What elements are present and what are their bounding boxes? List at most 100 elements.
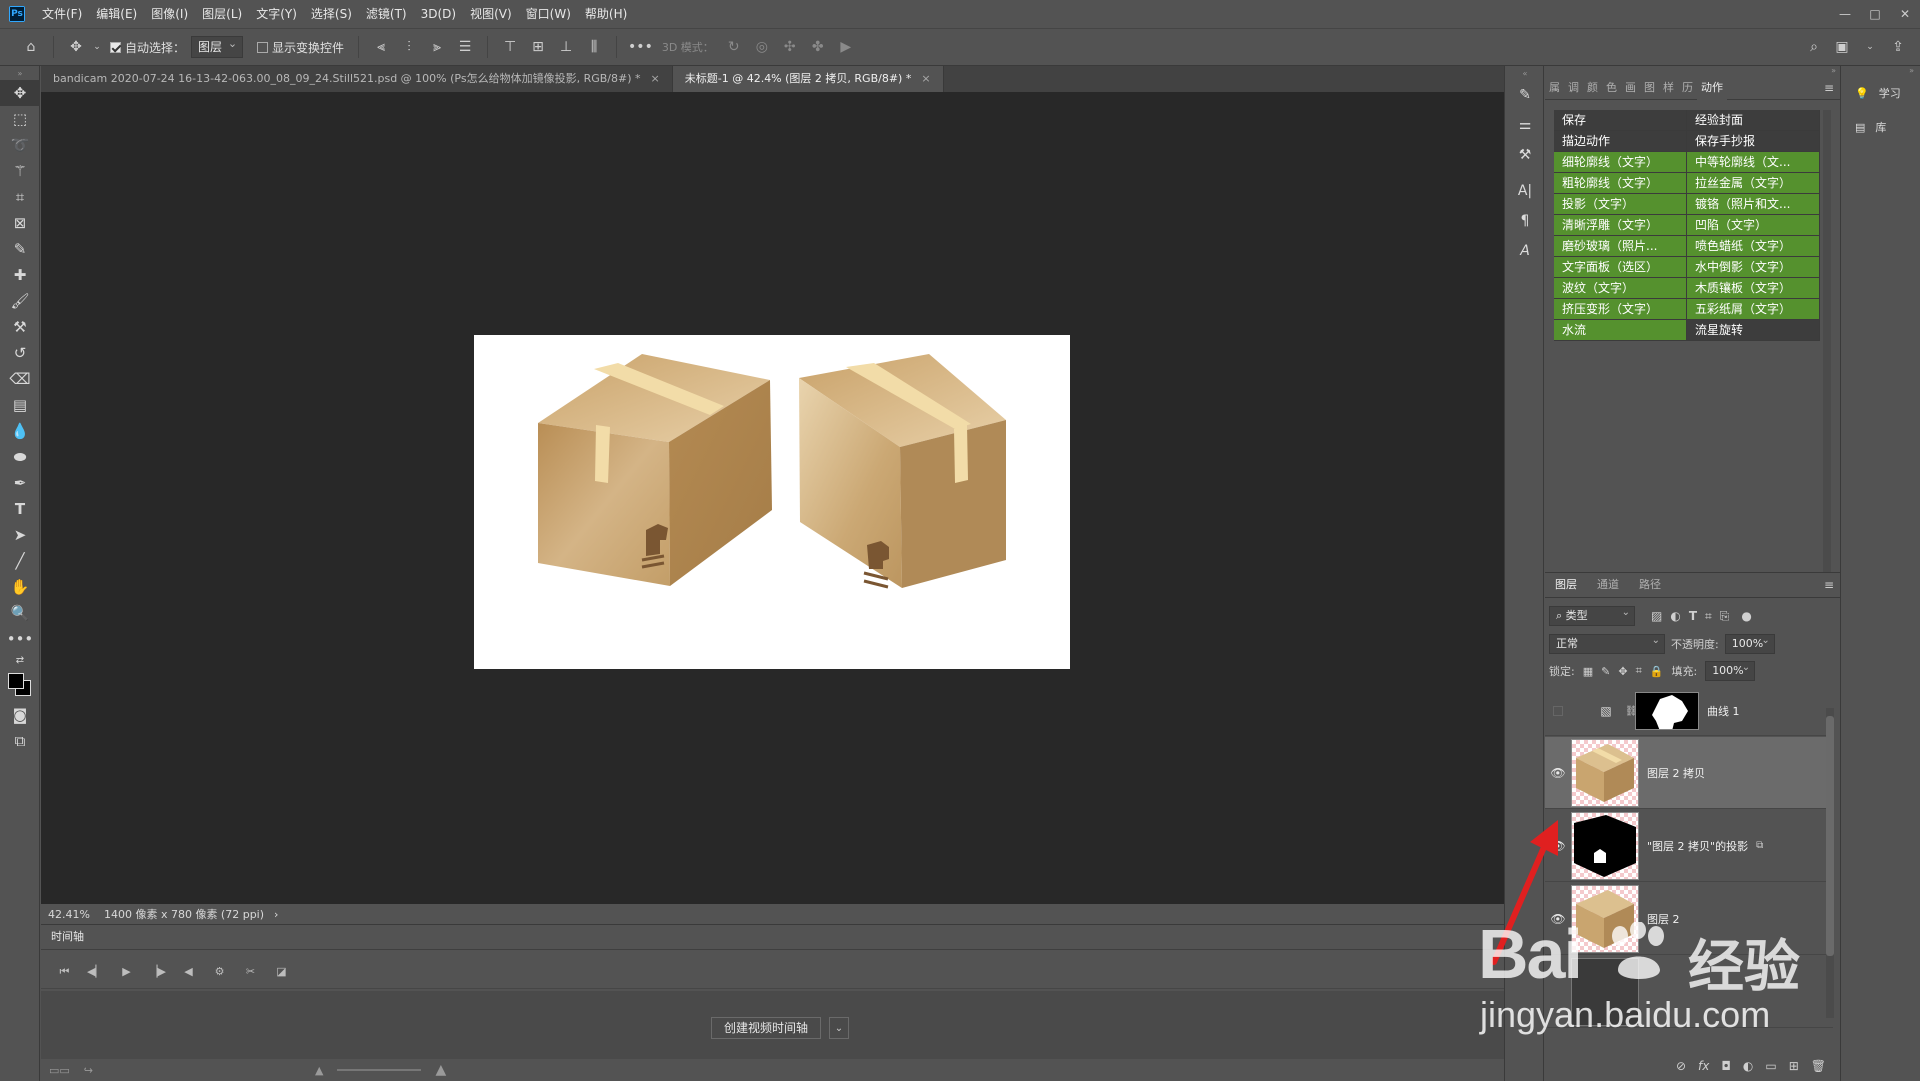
layer-thumbnail[interactable] — [1571, 811, 1639, 880]
action-button[interactable]: 投影（文字） — [1554, 194, 1687, 215]
prev-frame-icon[interactable]: ◀▏ — [80, 959, 111, 985]
align-right-icon[interactable]: ⫸ — [426, 34, 448, 60]
tab-color[interactable]: 颜 — [1583, 76, 1602, 100]
color-swatches[interactable] — [0, 668, 40, 702]
crop-tool-icon[interactable]: ⌗ — [0, 184, 40, 210]
paragraph-icon[interactable]: ¶ — [1505, 206, 1545, 236]
lock-transparent-icon[interactable]: ▦ — [1583, 665, 1593, 678]
maximize-button[interactable]: □ — [1860, 3, 1890, 25]
3d-roll-icon[interactable]: ◎ — [751, 34, 773, 60]
layer-filter-dropdown[interactable]: ⌕ 类型 — [1549, 604, 1635, 626]
pen-tool-icon[interactable]: ✒ — [0, 470, 40, 496]
auto-select-checkbox[interactable]: 自动选择： — [110, 39, 185, 56]
canvas-area[interactable] — [41, 92, 1504, 904]
show-transform-checkbox[interactable]: 显示变换控件 — [257, 39, 344, 56]
action-button[interactable]: 镀铬（照片和文... — [1687, 194, 1820, 215]
collapse-icon[interactable]: » — [0, 66, 40, 80]
zoom-slider[interactable] — [337, 1069, 422, 1071]
action-button[interactable]: 描边动作 — [1554, 131, 1687, 152]
action-button[interactable]: 水中倒影（文字） — [1687, 257, 1820, 278]
adjustment-filter-icon[interactable]: ◐ — [1670, 609, 1680, 623]
menu-help[interactable]: 帮助(H) — [578, 0, 634, 28]
panel-menu-icon[interactable]: ≡ — [1824, 81, 1834, 95]
opacity-input[interactable]: 100% — [1724, 632, 1775, 654]
tab-bandicam-psd[interactable]: bandicam 2020-07-24 16-13-42-063.00_08_0… — [41, 66, 673, 92]
actions-scrollbar[interactable] — [1823, 110, 1831, 590]
audio-icon[interactable]: ◀ — [173, 959, 204, 985]
menu-window[interactable]: 窗口(W) — [519, 0, 578, 28]
action-button[interactable]: 五彩纸屑（文字） — [1687, 299, 1820, 320]
tab-brushes[interactable]: 画 — [1621, 76, 1640, 100]
lasso-tool-icon[interactable]: ➰ — [0, 132, 40, 158]
chevron-down-icon[interactable]: ⌄ — [829, 1017, 849, 1039]
chevron-down-icon[interactable]: ⌄ — [93, 34, 101, 60]
delete-layer-icon[interactable]: 🗑 — [1811, 1059, 1826, 1073]
lock-all-icon[interactable]: 🔒 — [1650, 665, 1664, 678]
action-button[interactable]: 波纹（文字） — [1554, 278, 1687, 299]
action-button[interactable]: 木质镶板（文字） — [1687, 278, 1820, 299]
transition-icon[interactable]: ◪ — [266, 959, 297, 985]
character-icon[interactable]: A| — [1505, 176, 1545, 206]
zoom-in-icon[interactable]: ▲ — [435, 1062, 446, 1078]
filter-toggle-icon[interactable]: ● — [1741, 609, 1751, 623]
menu-view[interactable]: 视图(V) — [463, 0, 519, 28]
action-button[interactable]: 中等轮廓线（文... — [1687, 152, 1820, 173]
link-layers-icon[interactable]: ⊘ — [1676, 1059, 1686, 1073]
menu-type[interactable]: 文字(Y) — [249, 0, 304, 28]
minimize-button[interactable]: — — [1830, 3, 1860, 25]
auto-select-dropdown[interactable]: 图层 — [191, 34, 244, 58]
foreground-color-swatch[interactable] — [8, 673, 24, 689]
document-canvas[interactable] — [474, 335, 1070, 669]
action-button[interactable]: 经验封面 — [1687, 110, 1820, 131]
3d-orbit-icon[interactable]: ↻ — [723, 34, 745, 60]
clone-stamp-tool-icon[interactable]: ⚒ — [0, 314, 40, 340]
tab-patterns[interactable]: 图 — [1640, 76, 1659, 100]
tab-channels[interactable]: 通道 — [1587, 572, 1629, 598]
tab-paths[interactable]: 路径 — [1629, 572, 1671, 598]
brush-settings-icon[interactable]: ✎ — [1505, 80, 1545, 110]
visibility-toggle[interactable] — [1545, 706, 1571, 716]
action-button[interactable]: 清晰浮雕（文字） — [1554, 215, 1687, 236]
align-top-icon[interactable]: ⊤ — [499, 34, 521, 60]
align-center-icon[interactable]: ⫶ — [398, 34, 420, 60]
collapse-icon[interactable]: » — [1831, 66, 1836, 75]
workspace-icon[interactable]: ▣ — [1831, 34, 1853, 60]
move-tool-icon[interactable]: ✥ — [65, 34, 87, 60]
libraries-button[interactable]: ▤ 库 — [1841, 110, 1920, 144]
menu-filter[interactable]: 滤镜(T) — [359, 0, 414, 28]
split-icon[interactable]: ✂ — [235, 959, 266, 985]
magic-wand-tool-icon[interactable]: ⚚ — [0, 158, 40, 184]
search-icon[interactable]: ⌕ — [1803, 34, 1825, 60]
action-button[interactable]: 流星旋转 — [1687, 320, 1820, 341]
tab-styles[interactable]: 样 — [1659, 76, 1678, 100]
new-layer-icon[interactable]: ⊞ — [1789, 1059, 1799, 1073]
tab-actions[interactable]: 动作 — [1697, 75, 1727, 100]
home-icon[interactable]: ⌂ — [20, 34, 42, 60]
link-icon[interactable]: ⛓ — [1625, 706, 1638, 717]
tab-layers[interactable]: 图层 — [1545, 572, 1587, 598]
gradient-tool-icon[interactable]: ▤ — [0, 392, 40, 418]
blur-tool-icon[interactable]: 💧 — [0, 418, 40, 444]
action-button[interactable]: 磨砂玻璃（照片... — [1554, 236, 1687, 257]
zoom-tool-icon[interactable]: 🔍 — [0, 600, 40, 626]
line-tool-icon[interactable]: ╱ — [0, 548, 40, 574]
zoom-out-icon[interactable]: ▲ — [315, 1064, 323, 1077]
blend-mode-dropdown[interactable]: 正常 — [1549, 632, 1665, 654]
next-frame-icon[interactable]: ▕▶ — [142, 959, 173, 985]
move-tool-icon[interactable]: ✥ — [0, 80, 40, 106]
action-button[interactable]: 粗轮廓线（文字） — [1554, 173, 1687, 194]
close-button[interactable]: ✕ — [1890, 3, 1920, 25]
action-button[interactable]: 细轮廓线（文字） — [1554, 152, 1687, 173]
action-button[interactable]: 文字面板（选区） — [1554, 257, 1687, 278]
clone-source-icon[interactable]: ⚒ — [1505, 140, 1545, 170]
menu-edit[interactable]: 编辑(E) — [89, 0, 144, 28]
action-button[interactable]: 水流 — [1554, 320, 1687, 341]
action-button[interactable]: 喷色蜡纸（文字） — [1687, 236, 1820, 257]
action-button[interactable]: 拉丝金属（文字） — [1687, 173, 1820, 194]
collapse-icon[interactable]: » — [1841, 66, 1920, 76]
3d-pan-icon[interactable]: ✣ — [779, 34, 801, 60]
align-bottom-icon[interactable]: ⊥ — [555, 34, 577, 60]
adjustments-icon[interactable]: ⚌ — [1505, 110, 1545, 140]
lock-artboard-icon[interactable]: ⌗ — [1636, 664, 1642, 678]
frame-mode-icon[interactable]: ▭▭ — [49, 1064, 70, 1077]
